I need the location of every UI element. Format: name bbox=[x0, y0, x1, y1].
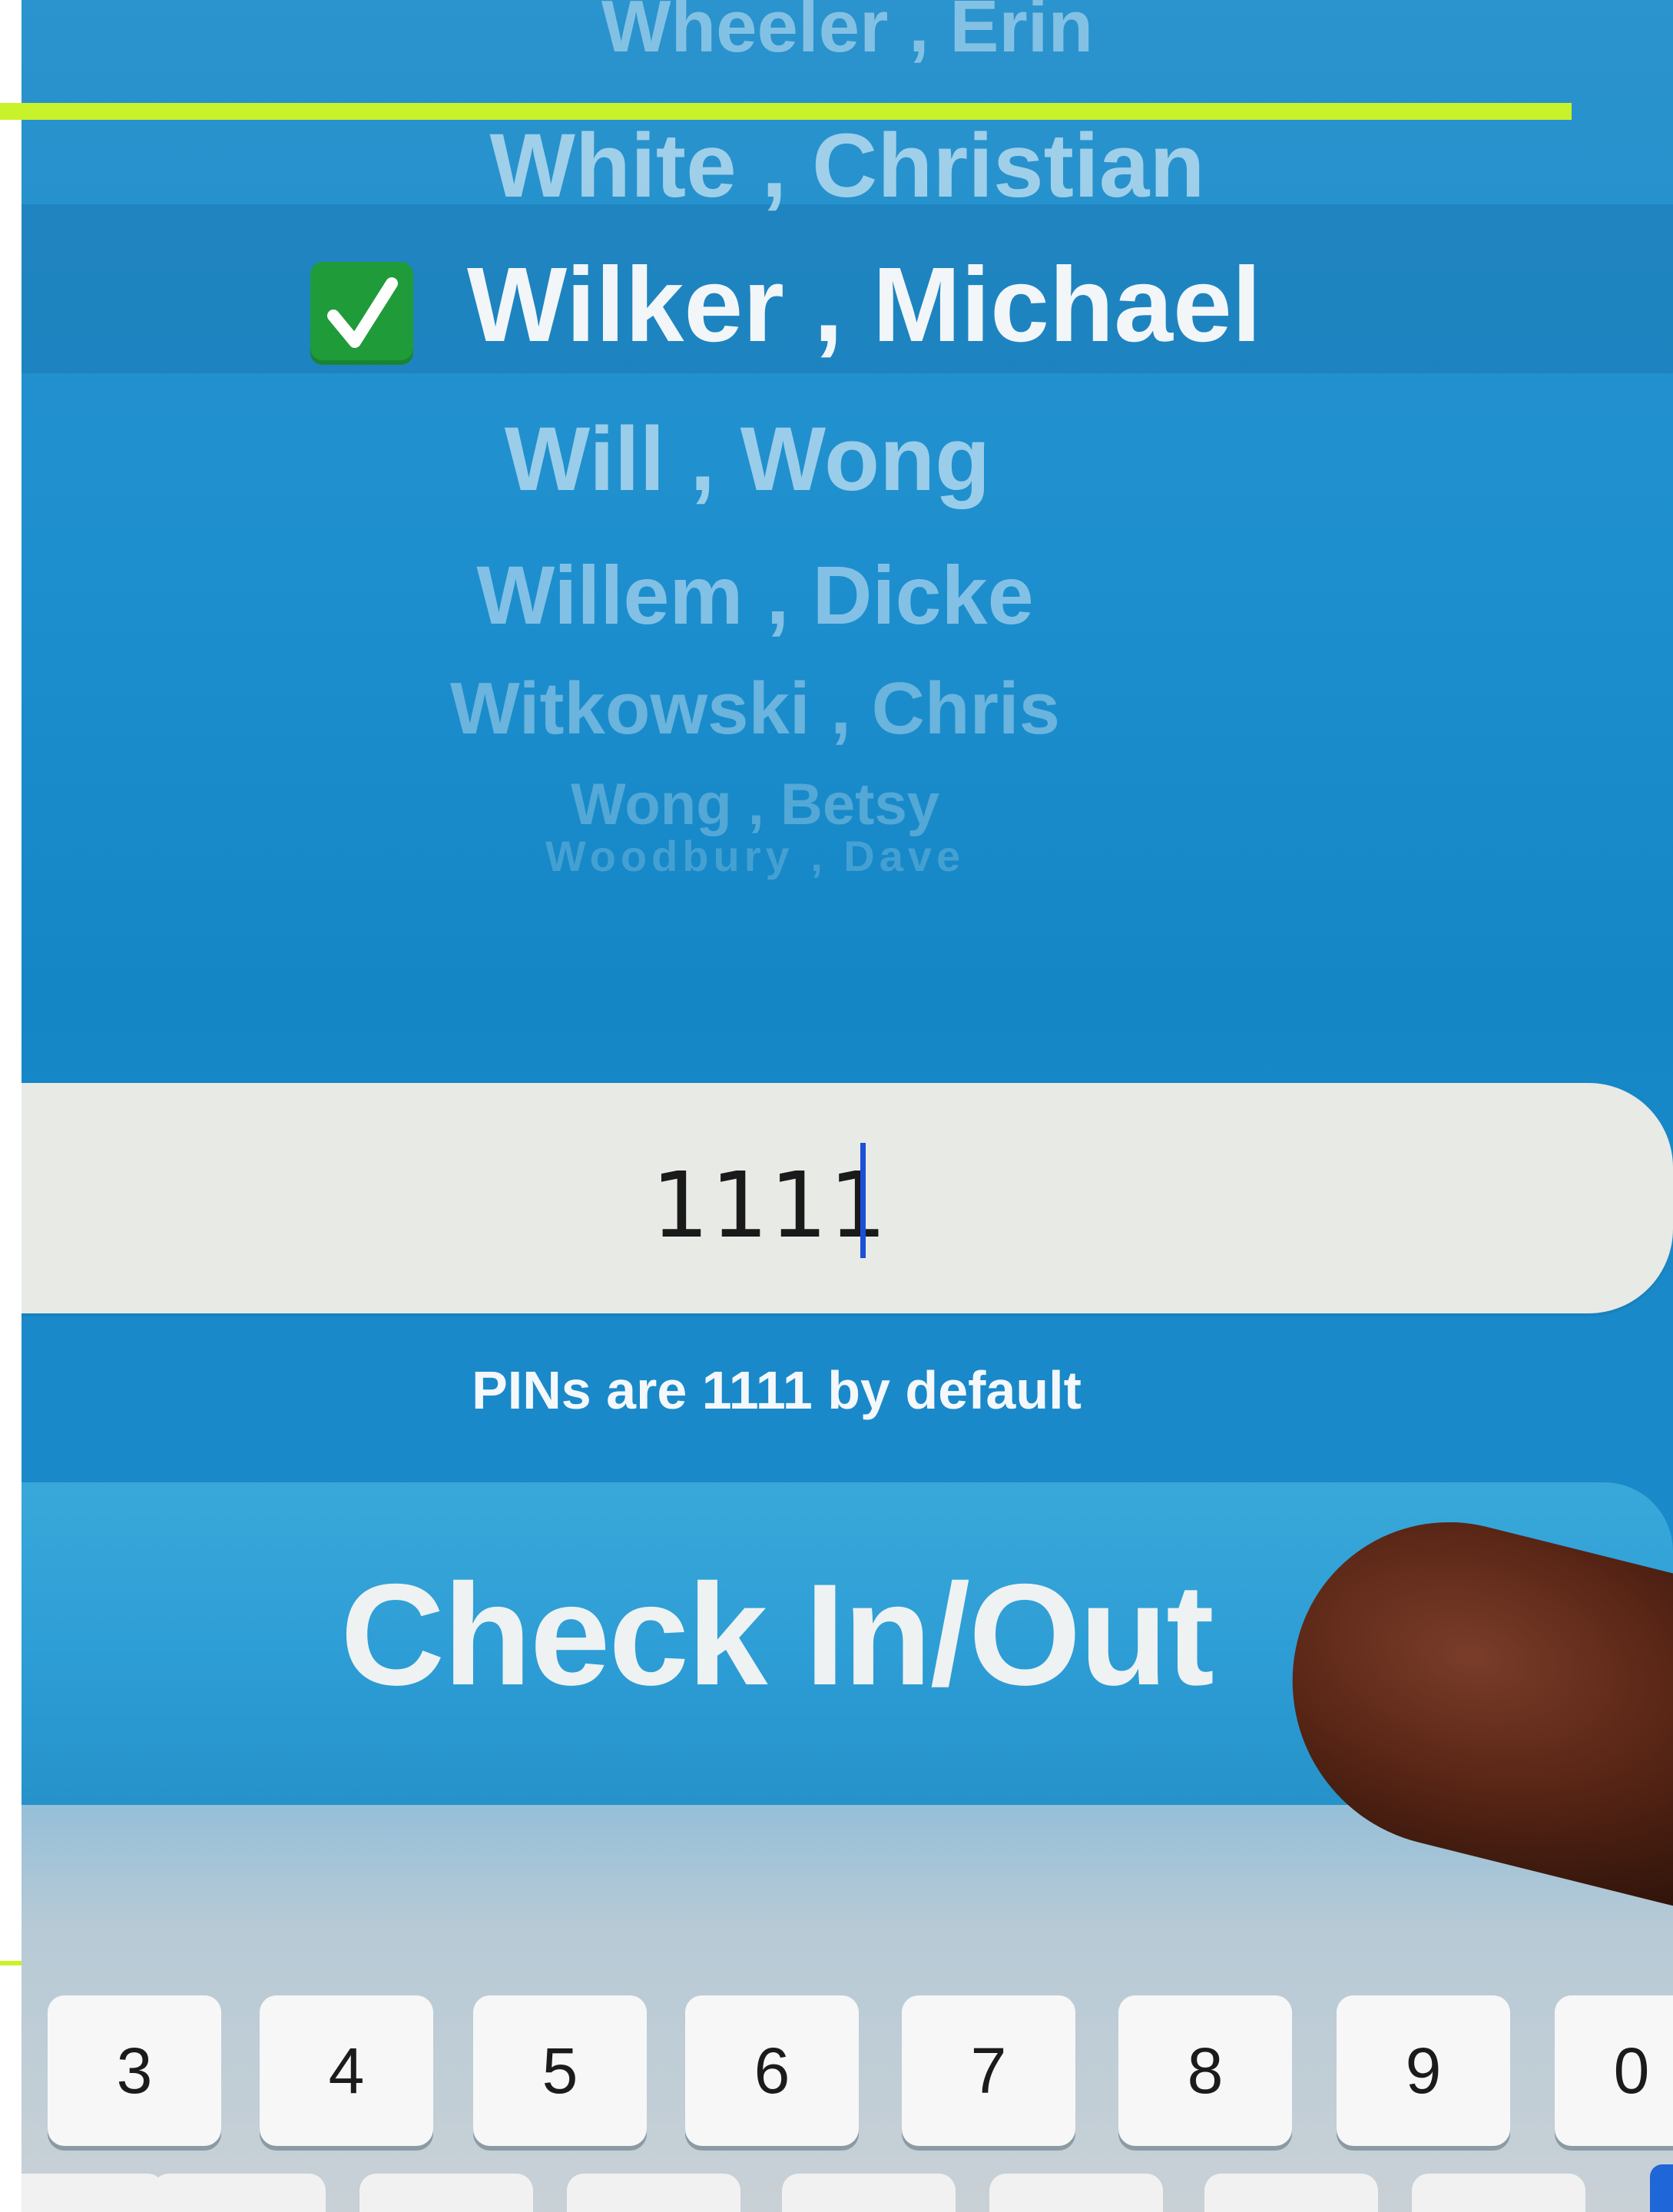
keyboard-key[interactable] bbox=[359, 2174, 533, 2212]
picker-row-label: Wilker , Michael bbox=[466, 246, 1262, 364]
picker-row[interactable]: White , Christian bbox=[22, 114, 1673, 218]
key-6[interactable]: 6 bbox=[685, 1995, 859, 2146]
keyboard-key[interactable] bbox=[22, 2174, 164, 2212]
check-mark-icon bbox=[310, 261, 413, 365]
picker-row[interactable]: Wong , Betsy bbox=[22, 771, 1581, 838]
keyboard-action-key[interactable] bbox=[1650, 2164, 1673, 2212]
pin-value: 1111 bbox=[651, 1152, 889, 1258]
key-0[interactable]: 0 bbox=[1555, 1995, 1673, 2146]
key-4[interactable]: 4 bbox=[260, 1995, 433, 2146]
keyboard-key[interactable] bbox=[1204, 2174, 1378, 2212]
key-8[interactable]: 8 bbox=[1118, 1995, 1292, 2146]
picker-row-label: Willem , Dicke bbox=[476, 548, 1034, 641]
picker-row-label: Woodbury , Dave bbox=[545, 832, 966, 880]
picker-row-label: Wheeler , Erin bbox=[601, 0, 1094, 68]
picker-row-label: White , Christian bbox=[489, 115, 1205, 217]
picker-row[interactable]: Willem , Dicke bbox=[22, 547, 1581, 643]
name-picker[interactable]: Wheeler , Erin White , Christian Wilker … bbox=[22, 0, 1673, 998]
key-7[interactable]: 7 bbox=[902, 1995, 1075, 2146]
highlight-line-mark bbox=[0, 1961, 22, 1965]
keyboard-key[interactable] bbox=[782, 2174, 956, 2212]
key-3[interactable]: 3 bbox=[48, 1995, 221, 2146]
keyboard-key[interactable] bbox=[152, 2174, 326, 2212]
picker-row[interactable]: Woodbury , Dave bbox=[22, 831, 1581, 881]
key-9[interactable]: 9 bbox=[1337, 1995, 1510, 2146]
pin-hint: PINs are 1111 by default bbox=[472, 1360, 1082, 1420]
picker-row-label: Witkowski , Chris bbox=[450, 667, 1060, 750]
device-screen: Wheeler , Erin White , Christian Wilker … bbox=[22, 0, 1673, 2212]
picker-row-label: Wong , Betsy bbox=[571, 772, 939, 837]
keyboard-key[interactable] bbox=[989, 2174, 1163, 2212]
key-5[interactable]: 5 bbox=[473, 1995, 647, 2146]
picker-row[interactable]: Witkowski , Chris bbox=[22, 667, 1581, 751]
keyboard-key[interactable] bbox=[567, 2174, 740, 2212]
picker-row-label: Will , Wong bbox=[504, 409, 991, 510]
photo-margin bbox=[0, 0, 22, 2212]
highlight-line bbox=[0, 103, 1572, 120]
keyboard-key[interactable] bbox=[1412, 2174, 1585, 2212]
photo-frame: Wheeler , Erin White , Christian Wilker … bbox=[0, 0, 1673, 2212]
picker-row-selected[interactable]: Wilker , Michael bbox=[22, 244, 1612, 366]
picker-row[interactable]: Will , Wong bbox=[22, 407, 1573, 512]
text-caret bbox=[860, 1143, 866, 1258]
picker-row[interactable]: Wheeler , Erin bbox=[22, 0, 1673, 69]
